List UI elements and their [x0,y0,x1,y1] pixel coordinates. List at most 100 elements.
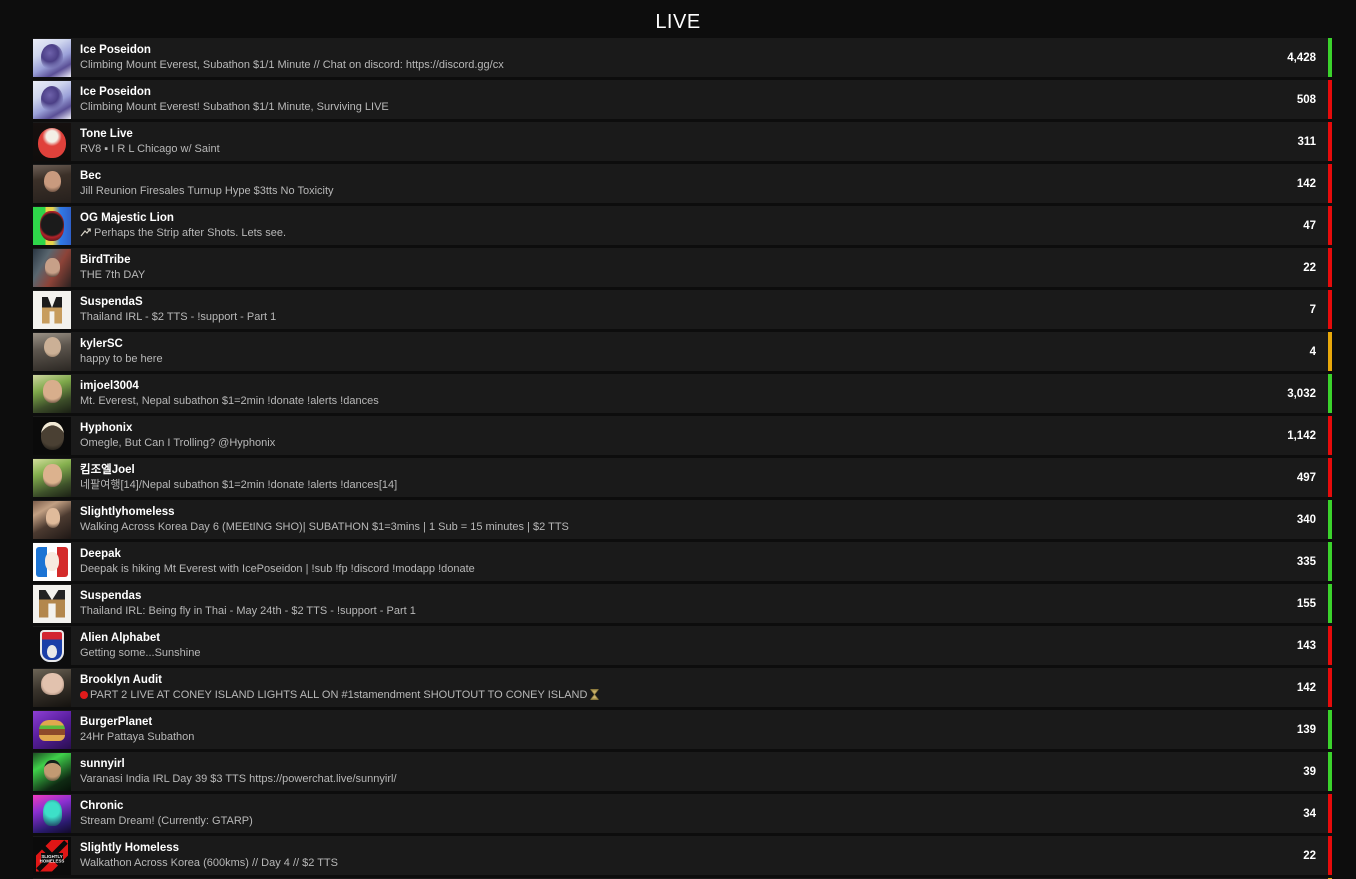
stream-title: Mt. Everest, Nepal subathon $1=2min !don… [80,393,1287,408]
stream-row[interactable]: kylerSC happy to be here 4 [33,332,1332,371]
svg-text:HOMELESS: HOMELESS [40,858,65,863]
streamer-name: Hyphonix [80,422,133,434]
stream-title: Varanasi India IRL Day 39 $3 TTS https:/… [80,771,1303,786]
stream-row[interactable]: BirdTribe THE 7th DAY 22 [33,248,1332,287]
stream-title-text: Walkathon Across Korea (600kms) // Day 4… [80,857,338,869]
stream-row[interactable]: Suspendas Thailand IRL: Being fly in Thai… [33,584,1332,623]
chart-up-icon [80,228,91,237]
streamer-name: Alien Alphabet [80,632,161,644]
stream-title: Omegle, But Can I Trolling? @Hyphonix [80,435,1287,450]
viewer-count: 142 [1296,681,1316,694]
stream-row[interactable]: SuspendaS Thailand IRL - $2 TTS - !suppor… [33,290,1332,329]
streamer-name: BurgerPlanet [80,716,153,728]
stream-row[interactable]: OG Majestic Lion Perhaps the Strip after … [33,206,1332,245]
viewer-count: 142 [1296,177,1316,190]
stream-title-text: Stream Dream! (Currently: GTARP) [80,815,253,827]
stream-title: 네팔여행[14]/Nepal subathon $1=2min !donate … [80,477,1297,492]
stream-meta: Brooklyn Audit PART 2 LIVE AT CONEY ISLAN… [71,669,1297,707]
streamer-name: 킴조엘Joel [80,464,135,476]
stream-title: Walking Across Korea Day 6 (MEEtING SHO)… [80,519,1297,534]
avatar [33,80,71,119]
status-indicator-bar [1328,752,1332,791]
stream-row[interactable]: Deepak Deepak is hiking Mt Everest with I… [33,542,1332,581]
stream-title: Deepak is hiking Mt Everest with IcePose… [80,561,1297,576]
stream-title-text: Climbing Mount Everest, Subathon $1/1 Mi… [80,59,504,71]
stream-row[interactable]: Slightlyhomeless Walking Across Korea Day… [33,500,1332,539]
streamer-name: SuspendaS [80,296,143,308]
status-indicator-bar [1328,668,1332,707]
status-indicator-bar [1328,248,1332,287]
status-indicator-bar [1328,836,1332,875]
viewer-count: 497 [1296,471,1316,484]
status-indicator-bar [1328,164,1332,203]
stream-title-text: THE 7th DAY [80,269,146,281]
status-indicator-bar [1328,374,1332,413]
viewer-count: 3,032 [1287,387,1316,400]
avatar [33,584,71,623]
stream-meta: OG Majestic Lion Perhaps the Strip after … [71,207,1303,245]
stream-row[interactable]: Hyphonix Omegle, But Can I Trolling? @Hyp… [33,416,1332,455]
stream-meta: Tone Live RV8 ▪ I R L Chicago w/ Saint [71,123,1297,161]
stream-row[interactable]: Tone Live RV8 ▪ I R L Chicago w/ Saint 311 [33,122,1332,161]
avatar [33,206,71,245]
stream-row[interactable]: SLIGHTLY HOMELESS Slightly Homeless Walkath… [33,836,1332,875]
stream-row[interactable]: Chronic Stream Dream! (Currently: GTARP) 3… [33,794,1332,833]
stream-title: Thailand IRL: Being fly in Thai - May 24… [80,603,1297,618]
status-indicator-bar [1328,710,1332,749]
stream-title: PART 2 LIVE AT CONEY ISLAND LIGHTS ALL O… [80,687,1297,702]
streamer-name: kylerSC [80,338,123,350]
stream-row[interactable]: Ice Poseidon Climbing Mount Everest! Suba… [33,80,1332,119]
status-indicator-bar [1328,290,1332,329]
stream-title-text: Perhaps the Strip after Shots. Lets see. [94,227,286,239]
avatar [33,290,71,329]
stream-title-text: Getting some...Sunshine [80,647,201,659]
page-title: LIVE [655,11,701,33]
stream-title-text: Varanasi India IRL Day 39 $3 TTS https:/… [80,773,397,785]
stream-row[interactable]: BurgerPlanet 24Hr Pattaya Subathon 139 [33,710,1332,749]
avatar [33,710,71,749]
avatar [33,542,71,581]
stream-row[interactable]: Ice Poseidon Climbing Mount Everest, Suba… [33,38,1332,77]
stream-meta: Slightlyhomeless Walking Across Korea Day… [71,501,1297,539]
avatar [33,626,71,665]
streamer-name: Ice Poseidon [80,44,151,56]
streamer-name: Slightly Homeless [80,842,180,854]
viewer-count: 311 [1297,135,1316,148]
streamer-name: Deepak [80,548,121,560]
stream-row[interactable]: 킴조엘Joel 네팔여행[14]/Nepal subathon $1=2min !… [33,458,1332,497]
stream-meta: Ice Poseidon Climbing Mount Everest! Suba… [71,81,1297,119]
status-indicator-bar [1328,626,1332,665]
stream-meta: Deepak Deepak is hiking Mt Everest with I… [71,543,1297,581]
stream-row[interactable]: Alien Alphabet Getting some...Sunshine 143 [33,626,1332,665]
avatar [33,668,71,707]
live-streams-page: LIVE Ice Poseidon Climbing Mount Everest,… [0,0,1356,879]
stream-title: Perhaps the Strip after Shots. Lets see. [80,225,1303,240]
stream-list: Ice Poseidon Climbing Mount Everest, Suba… [0,38,1356,879]
status-indicator-bar [1328,458,1332,497]
viewer-count: 508 [1296,93,1316,106]
status-indicator-bar [1328,332,1332,371]
stream-title: happy to be here [80,351,1310,366]
stream-title-text: RV8 ▪ I R L Chicago w/ Saint [80,143,220,155]
stream-title-text: Deepak is hiking Mt Everest with IcePose… [80,563,475,575]
stream-meta: Alien Alphabet Getting some...Sunshine [71,627,1297,665]
stream-title: Climbing Mount Everest, Subathon $1/1 Mi… [80,57,1287,72]
stream-title: Walkathon Across Korea (600kms) // Day 4… [80,855,1303,870]
stream-row[interactable]: sunnyirl Varanasi India IRL Day 39 $3 TTS… [33,752,1332,791]
avatar [33,416,71,455]
stream-meta: sunnyirl Varanasi India IRL Day 39 $3 TTS… [71,753,1303,791]
streamer-name: Brooklyn Audit [80,674,162,686]
streamer-name: Chronic [80,800,124,812]
stream-row[interactable]: imjoel3004 Mt. Everest, Nepal subathon $1… [33,374,1332,413]
stream-meta: BurgerPlanet 24Hr Pattaya Subathon [71,711,1297,749]
viewer-count: 1,142 [1287,429,1316,442]
viewer-count: 335 [1296,555,1316,568]
status-indicator-bar [1328,122,1332,161]
stream-row[interactable]: Brooklyn Audit PART 2 LIVE AT CONEY ISLAN… [33,668,1332,707]
streamer-name: BirdTribe [80,254,131,266]
avatar: SLIGHTLY HOMELESS [33,836,71,875]
stream-title-text: happy to be here [80,353,163,365]
hourglass-icon [590,689,600,700]
stream-row[interactable]: Bec Jill Reunion Firesales Turnup Hype $3… [33,164,1332,203]
stream-title-text: 네팔여행[14]/Nepal subathon $1=2min !donate … [80,479,398,491]
